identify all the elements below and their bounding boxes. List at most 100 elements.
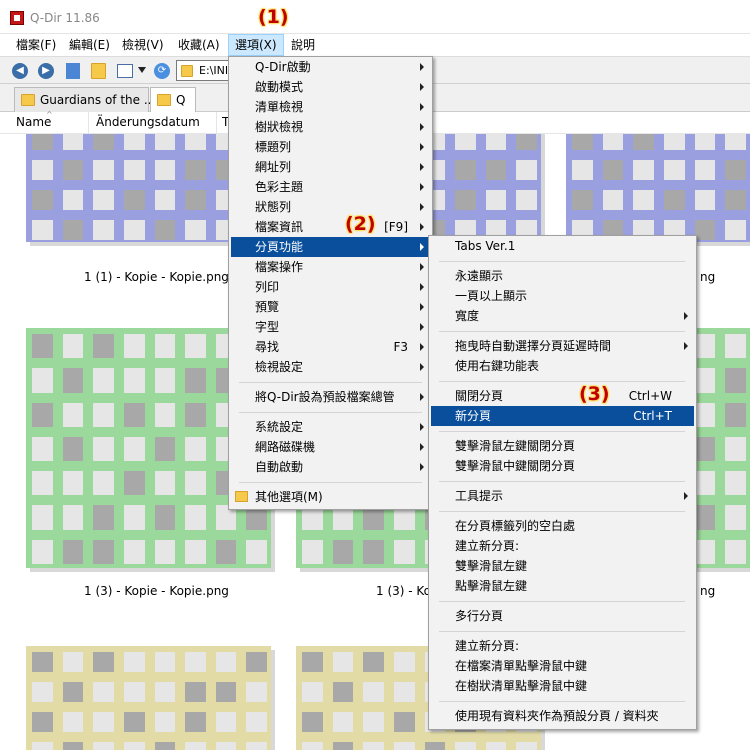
options-item-0[interactable]: Q-Dir啟動 <box>231 57 430 77</box>
submenu-arrow-icon <box>420 283 424 291</box>
thumbnail-cell <box>602 134 624 150</box>
thumbnail-cell <box>93 505 114 530</box>
column-divider[interactable] <box>88 112 89 134</box>
thumbnail-cell <box>363 652 384 672</box>
tab-guardians[interactable]: Guardians of the ... <box>14 87 155 112</box>
thumbnail-cell <box>393 712 415 732</box>
column-divider[interactable] <box>216 112 217 134</box>
tabs-item-16[interactable]: 建立新分頁: <box>431 636 694 656</box>
tabs-item-13[interactable]: 雙擊滑鼠左鍵 <box>431 556 694 576</box>
tabs-item-11[interactable]: 在分頁標籤列的空白處 <box>431 516 694 536</box>
menu-favorites[interactable]: 收藏(A) <box>172 34 226 56</box>
options-item-16[interactable]: 將Q-Dir設為預設檔案總管 <box>231 387 430 407</box>
menu-item-label: 工具提示 <box>455 489 504 503</box>
thumbnail-cell <box>485 742 507 750</box>
options-item-17[interactable]: 系統設定 <box>231 417 430 437</box>
thumbnail-cell <box>246 682 267 702</box>
tabs-item-6[interactable]: 關閉分頁 Ctrl+W <box>431 386 694 406</box>
up-folder-icon[interactable] <box>66 63 80 79</box>
options-item-2[interactable]: 清單檢視 <box>231 97 430 117</box>
tabs-item-18[interactable]: 在樹狀清單點擊滑鼠中鍵 <box>431 676 694 696</box>
tabs-item-17[interactable]: 在檔案清單點擊滑鼠中鍵 <box>431 656 694 676</box>
options-item-19[interactable]: 自動啟動 <box>231 457 430 477</box>
thumbnail-cell <box>246 712 267 732</box>
tabs-item-2[interactable]: 一頁以上顯示 <box>431 286 694 306</box>
menu-edit[interactable]: 編輯(E) <box>63 34 116 56</box>
new-folder-icon[interactable] <box>91 63 106 79</box>
tabs-item-7[interactable]: 新分頁 Ctrl+T <box>431 406 694 426</box>
menu-item-label: 點擊滑鼠左鍵 <box>455 579 528 593</box>
back-icon[interactable]: ◀ <box>12 63 28 79</box>
tabs-item-19[interactable]: 使用現有資料夾作為預設分頁 / 資料夾 <box>431 706 694 726</box>
folder-icon <box>157 94 171 106</box>
options-item-4[interactable]: 標題列 <box>231 137 430 157</box>
thumbnail-cell <box>694 471 716 496</box>
submenu-arrow-icon <box>420 363 424 371</box>
thumbnail-caption[interactable]: ng <box>700 270 715 284</box>
options-item-7[interactable]: 狀態列 <box>231 197 430 217</box>
thumbnail-cell <box>93 134 114 150</box>
tab-q[interactable]: Q <box>150 87 196 112</box>
thumbnail-image[interactable] <box>566 134 750 242</box>
thumbnail-image[interactable] <box>26 646 271 750</box>
options-item-1[interactable]: 啟動模式 <box>231 77 430 97</box>
thumbnail-cell <box>516 742 537 750</box>
menu-help[interactable]: 說明 <box>285 34 321 56</box>
options-item-11[interactable]: 列印 <box>231 277 430 297</box>
tabs-item-14[interactable]: 點擊滑鼠左鍵 <box>431 576 694 596</box>
tabs-item-4[interactable]: 拖曳時自動選擇分頁延遲時間 <box>431 336 694 356</box>
options-item-15[interactable]: 檢視設定 <box>231 357 430 377</box>
menu-item-label: 使用現有資料夾作為預設分頁 / 資料夾 <box>455 709 659 723</box>
view-dropdown-icon[interactable] <box>138 67 146 73</box>
tabs-item-5[interactable]: 使用右鍵功能表 <box>431 356 694 376</box>
tabs-item-9[interactable]: 雙擊滑鼠中鍵關閉分頁 <box>431 456 694 476</box>
thumbnail-cell <box>154 539 176 564</box>
thumbnail-cell <box>123 402 145 427</box>
options-item-12[interactable]: 預覽 <box>231 297 430 317</box>
view-mode-icon[interactable] <box>117 64 133 78</box>
thumbnail-caption[interactable]: 1 (1) - Kopie - Kopie.png <box>84 270 229 284</box>
options-item-9[interactable]: 分頁功能 <box>231 237 430 257</box>
thumbnail-cell <box>93 402 114 427</box>
thumbnail-cell <box>424 742 446 750</box>
refresh-icon[interactable]: ⟳ <box>154 63 170 79</box>
tabs-item-3[interactable]: 寬度 <box>431 306 694 326</box>
tabs-item-8[interactable]: 雙擊滑鼠左鍵關閉分頁 <box>431 436 694 456</box>
thumbnail-cell <box>363 742 384 750</box>
tabs-item-15[interactable]: 多行分頁 <box>431 606 694 626</box>
options-item-8[interactable]: 檔案資訊 [F9] <box>231 217 430 237</box>
thumbnail-cell <box>694 220 716 240</box>
tabs-item-10[interactable]: 工具提示 <box>431 486 694 506</box>
menu-view[interactable]: 檢視(V) <box>116 34 170 56</box>
options-item-20[interactable]: 其他選項(M) <box>231 487 430 507</box>
thumbnail-cell <box>32 652 53 672</box>
menu-file[interactable]: 檔案(F) <box>10 34 62 56</box>
menu-item-label: Tabs Ver.1 <box>455 239 516 253</box>
thumbnail-cell <box>215 712 237 732</box>
tabs-item-0[interactable]: Tabs Ver.1 <box>431 236 694 256</box>
options-item-10[interactable]: 檔案操作 <box>231 257 430 277</box>
thumbnail-cell <box>185 471 206 496</box>
tabs-item-12[interactable]: 建立新分頁: <box>431 536 694 556</box>
thumbnail-cell <box>725 190 746 210</box>
options-item-18[interactable]: 網路磁碟機 <box>231 437 430 457</box>
tabs-item-1[interactable]: 永遠顯示 <box>431 266 694 286</box>
menu-options[interactable]: 選項(X) <box>228 34 284 56</box>
menu-item-label: 檢視設定 <box>255 360 304 374</box>
thumbnail-cell <box>154 220 176 240</box>
forward-icon[interactable]: ▶ <box>38 63 54 79</box>
thumbnail-cell <box>185 505 206 530</box>
thumbnail-cell <box>123 682 145 702</box>
options-item-3[interactable]: 樹狀檢視 <box>231 117 430 137</box>
thumbnail-cell <box>123 134 145 150</box>
thumbnail-caption[interactable]: 1 (3) - Kopie - Kopie.png <box>84 584 229 598</box>
menu-separator <box>439 631 685 632</box>
menu-separator <box>239 412 422 413</box>
options-item-14[interactable]: 尋找 F3 <box>231 337 430 357</box>
options-item-13[interactable]: 字型 <box>231 317 430 337</box>
thumbnail-caption[interactable]: ng <box>700 584 715 598</box>
options-item-6[interactable]: 色彩主題 <box>231 177 430 197</box>
options-item-5[interactable]: 網址列 <box>231 157 430 177</box>
menu-item-label: 關閉分頁 <box>455 389 504 403</box>
column-date[interactable]: Änderungsdatum <box>96 115 200 129</box>
